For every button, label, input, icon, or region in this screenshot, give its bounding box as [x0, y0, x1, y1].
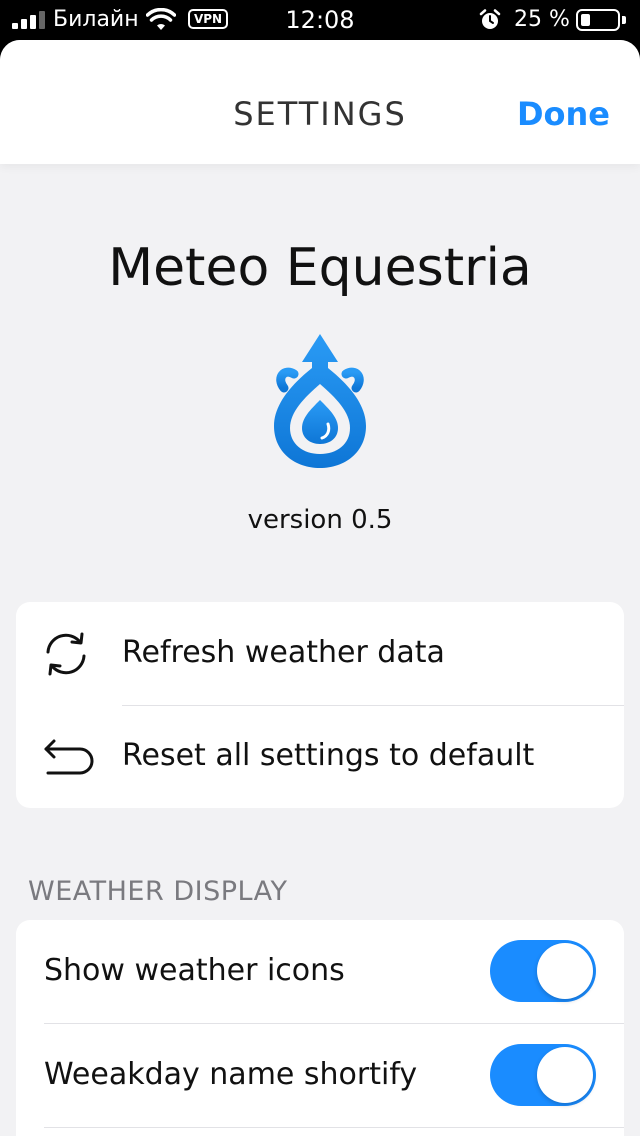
weather-display-card: Show weather icons Weeakday name shortif… [16, 920, 624, 1136]
section-header-weather-display: WEATHER DISPLAY [28, 876, 288, 907]
actions-card: Refresh weather data Reset all settings … [16, 602, 624, 808]
refresh-icon [46, 632, 86, 676]
water-drop-logo-icon [274, 334, 366, 468]
alarm-clock-icon [479, 9, 501, 29]
weekday-shortify-label: Weeakday name shortify [44, 1057, 418, 1092]
toggle-knob [537, 943, 593, 999]
battery-level-fill [581, 14, 590, 26]
battery-percent: 25 % [514, 7, 570, 32]
settings-sheet: SETTINGS Done Meteo Equestria version 0.… [0, 40, 640, 1136]
toggle-knob [537, 1047, 593, 1103]
show-weather-icons-label: Show weather icons [44, 953, 345, 988]
app-version: version 0.5 [247, 505, 393, 535]
navigation-bar: SETTINGS Done [0, 40, 640, 164]
undo-arrow-icon [44, 739, 94, 775]
reset-settings-label: Reset all settings to default [122, 738, 535, 773]
show-weather-icons-row: Show weather icons [16, 920, 624, 1023]
battery-tip [622, 16, 626, 24]
battery-icon [576, 9, 620, 31]
row-divider [44, 1127, 624, 1128]
app-name: Meteo Equestria [108, 238, 532, 298]
reset-settings-row[interactable]: Reset all settings to default [16, 705, 624, 808]
weekday-shortify-toggle[interactable] [490, 1044, 596, 1106]
refresh-weather-row[interactable]: Refresh weather data [16, 602, 624, 705]
refresh-weather-label: Refresh weather data [122, 635, 445, 670]
status-bar: Билайн VPN 12:08 25 % [0, 0, 640, 40]
weekday-shortify-row: Weeakday name shortify [16, 1024, 624, 1127]
show-weather-icons-toggle[interactable] [490, 940, 596, 1002]
done-button[interactable]: Done [517, 94, 610, 134]
